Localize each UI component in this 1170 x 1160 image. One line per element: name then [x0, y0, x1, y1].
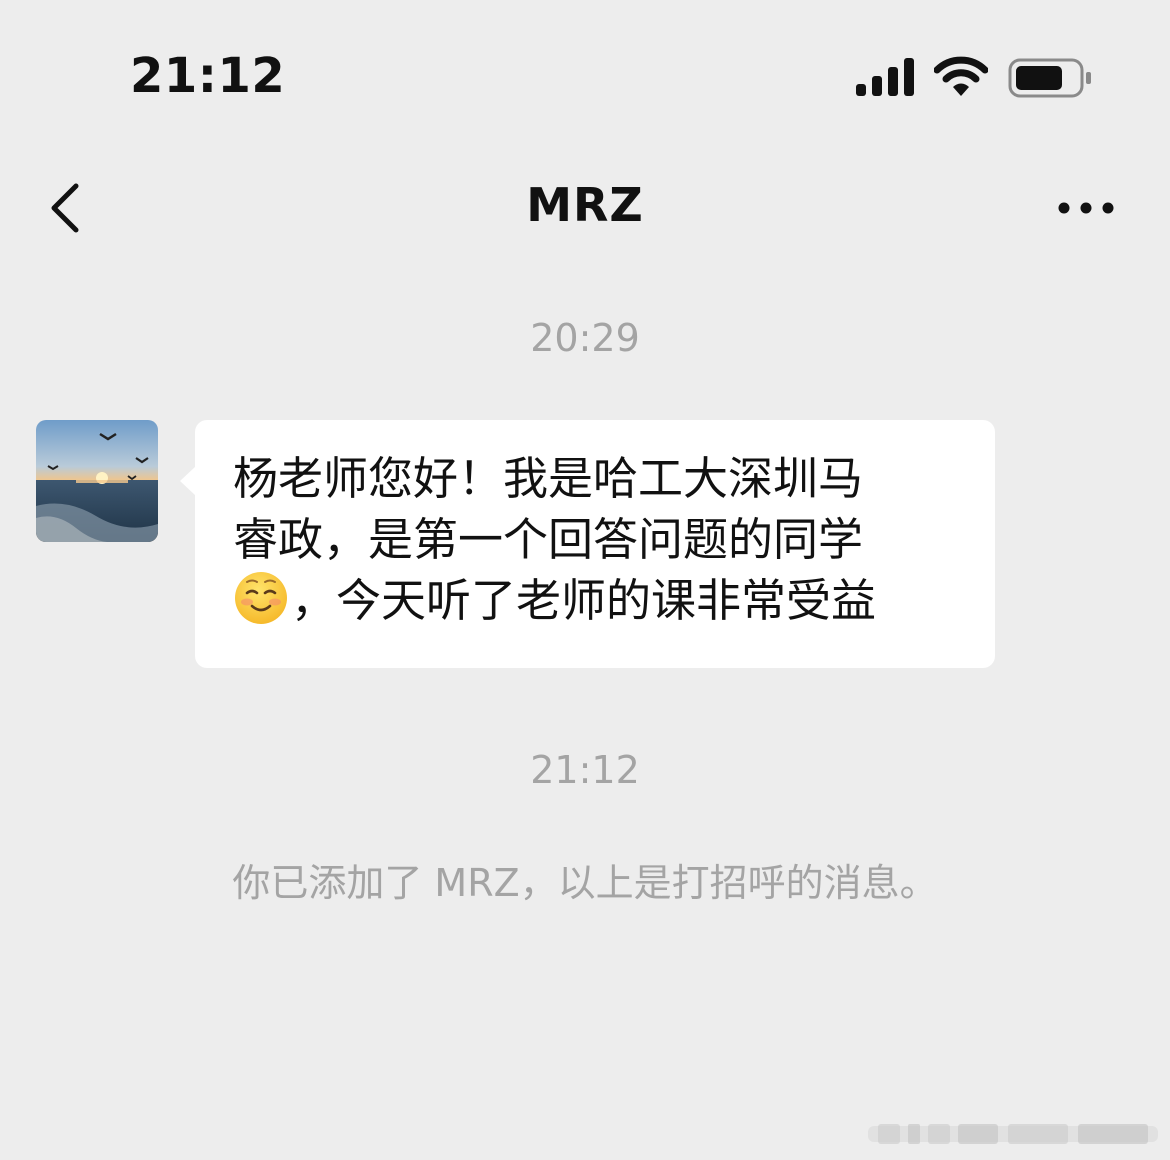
smiling-face-emoji-icon — [235, 572, 287, 624]
cellular-signal-icon — [856, 58, 914, 96]
message-line-with-emoji: ，今天听了老师的课非常受益 — [233, 570, 959, 631]
message-line: 睿政，是第一个回答问题的同学 — [233, 513, 864, 566]
system-message: 你已添加了 MRZ，以上是打招呼的消息。 — [232, 861, 938, 905]
chat-title: MRZ — [526, 178, 644, 232]
more-dots-icon[interactable] — [1052, 196, 1120, 220]
message-timestamp: 20:29 — [530, 316, 640, 360]
status-time: 21:12 — [130, 48, 286, 104]
message-line-text: ，今天听了老师的课非常受益 — [291, 574, 877, 627]
avatar[interactable] — [36, 420, 158, 542]
battery-icon — [1008, 58, 1091, 98]
navigation-bar: MRZ — [0, 150, 1170, 270]
watermark-strip — [868, 1124, 1158, 1144]
message-timestamp: 21:12 — [530, 748, 640, 792]
status-bar: 21:12 — [0, 0, 1170, 150]
chat-area[interactable]: 20:29 杨老师您好！我是哈工大深圳马 睿政，是第一个回答问题的同学 ，今天听… — [0, 270, 1170, 1160]
message-line: 杨老师您好！我是哈工大深圳马 — [233, 452, 864, 505]
bubble-tail — [180, 466, 196, 496]
message-bubble[interactable]: 杨老师您好！我是哈工大深圳马 睿政，是第一个回答问题的同学 ，今天听了老师的课非… — [195, 420, 995, 668]
wifi-icon — [934, 56, 988, 96]
